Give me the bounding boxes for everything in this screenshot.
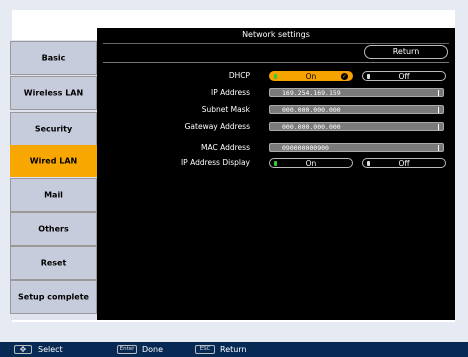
gateway-address-label: Gateway Address <box>184 122 250 131</box>
section-divider <box>103 62 449 63</box>
sidebar-item-wireless-lan[interactable]: Wireless LAN <box>10 76 97 110</box>
sidebar-item-mail[interactable]: Mail <box>10 178 97 212</box>
done-hint: Done <box>142 345 164 354</box>
radio-indicator-icon <box>367 161 370 166</box>
ip-display-off-button[interactable]: Off <box>362 158 446 168</box>
ip-address-field[interactable]: 169.254.169.159 <box>269 88 444 97</box>
mac-address-label: MAC Address <box>201 143 250 152</box>
esc-key-icon: ESC <box>195 345 215 354</box>
select-hint: Select <box>38 345 63 354</box>
radio-indicator-icon <box>367 74 370 79</box>
dhcp-on-button[interactable]: On ✓ <box>269 71 353 81</box>
mac-address-field: 090000000900 <box>269 143 444 152</box>
ip-address-display-label: IP Address Display <box>180 158 250 167</box>
radio-indicator-icon <box>274 161 277 166</box>
sidebar-item-wired-lan[interactable]: Wired LAN <box>10 145 97 177</box>
enter-key-icon: Enter <box>117 345 137 354</box>
check-icon: ✓ <box>341 73 348 80</box>
return-button[interactable]: Return <box>364 45 448 59</box>
dhcp-label: DHCP <box>228 71 250 80</box>
footer-bar: ✥ Select Enter Done ESC Return <box>0 342 468 357</box>
return-hint: Return <box>220 345 247 354</box>
radio-indicator-icon <box>274 74 277 79</box>
dhcp-off-button[interactable]: Off <box>362 71 446 81</box>
subnet-mask-field[interactable]: 000.000.000.000 <box>269 105 444 114</box>
gateway-address-field[interactable]: 000.000.000.000 <box>269 122 444 131</box>
subnet-mask-label: Subnet Mask <box>201 105 250 114</box>
ip-address-label: IP Address <box>211 88 250 97</box>
settings-panel: Network settings Return DHCP On ✓ Off IP… <box>97 28 455 320</box>
sidebar-item-reset[interactable]: Reset <box>10 246 97 280</box>
sidebar-item-security[interactable]: Security <box>10 112 97 146</box>
move-arrows-icon: ✥ <box>14 345 32 354</box>
sidebar-item-others[interactable]: Others <box>10 212 97 246</box>
ip-display-on-button[interactable]: On <box>269 158 353 168</box>
title-divider <box>103 43 449 44</box>
sidebar-item-setup-complete[interactable]: Setup complete <box>10 280 97 314</box>
sidebar-item-basic[interactable]: Basic <box>10 41 97 75</box>
panel-title: Network settings <box>242 30 310 39</box>
